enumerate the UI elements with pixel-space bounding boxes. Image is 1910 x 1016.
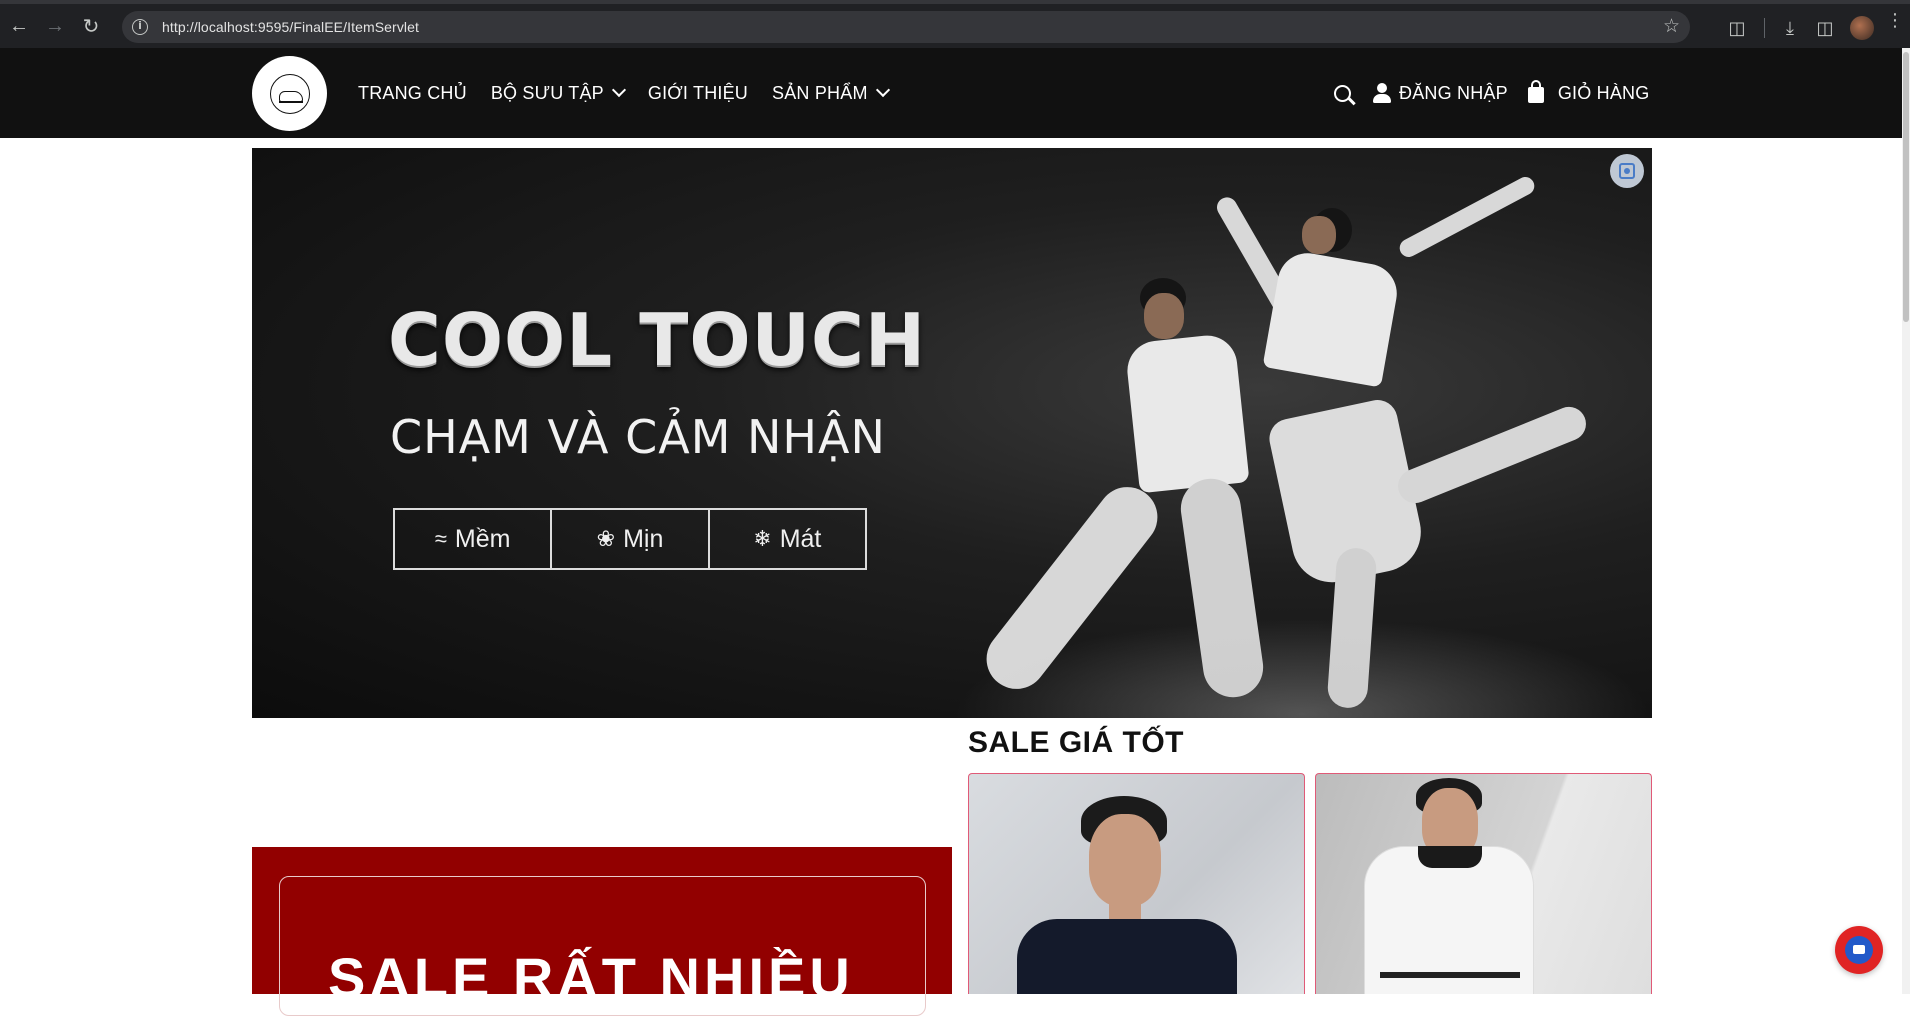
header-actions: ĐĂNG NHẬP GIỎ HÀNG	[1334, 48, 1649, 138]
url-text[interactable]: http://localhost:9595/FinalEE/ItemServle…	[162, 19, 419, 35]
nav-about[interactable]: GIỚI THIỆU	[648, 83, 748, 104]
snowflake-icon: ❄	[753, 526, 772, 551]
dancer-face	[1144, 293, 1184, 339]
nav-home[interactable]: TRANG CHỦ	[358, 83, 467, 104]
dancer-arm	[1396, 173, 1538, 261]
dancer-torso	[1124, 332, 1250, 494]
lens-icon	[1619, 163, 1635, 179]
download-icon[interactable]: ⤓	[1775, 13, 1805, 43]
dancer-top	[1262, 248, 1402, 388]
login-link[interactable]: ĐĂNG NHẬP	[1399, 83, 1508, 104]
toolbar-divider	[1764, 18, 1765, 38]
product-card[interactable]	[1315, 773, 1652, 994]
search-icon[interactable]	[1334, 84, 1351, 102]
site-info-icon[interactable]	[132, 19, 148, 35]
model-navy-polo	[1017, 919, 1237, 994]
feather-icon: ❀	[596, 526, 616, 551]
polo-collar	[1418, 846, 1482, 868]
shopping-bag-icon[interactable]	[1527, 79, 1544, 103]
forward-icon[interactable]: →	[38, 9, 72, 43]
chat-button[interactable]	[1835, 926, 1883, 974]
feature-cool: ❄ Mát	[710, 510, 865, 568]
sale-promo-banner[interactable]: SALE RẤT NHIỀU	[252, 847, 952, 1016]
bookmark-star-icon[interactable]: ☆	[1663, 15, 1680, 38]
nav-home-label: TRANG CHỦ	[358, 82, 467, 103]
cart-link[interactable]: GIỎ HÀNG	[1558, 83, 1650, 104]
feature-soft-label: Mềm	[454, 524, 511, 553]
main-nav: TRANG CHỦ BỘ SƯU TẬP GIỚI THIỆU SẢN PHẨM	[358, 48, 912, 138]
model-belt	[1380, 972, 1520, 978]
browser-toolbar: ← → ↻ http://localhost:9595/FinalEE/Item…	[0, 0, 1910, 48]
promo-text: SALE RẤT NHIỀU	[328, 946, 854, 1009]
nav-collections-label: BỘ SƯU TẬP	[490, 82, 604, 103]
sale-section-title: SALE GIÁ TỐT	[968, 726, 1184, 759]
dancer-face	[1302, 216, 1336, 254]
chat-bubble-icon	[1845, 936, 1873, 964]
extensions-icon[interactable]: ◫	[1722, 13, 1752, 43]
hero-banner[interactable]: COOL TOUCH CHẠM VÀ CẢM NHẬN ≈ Mềm ❀ Mịn ❄ M…	[252, 148, 1652, 718]
user-icon[interactable]	[1373, 83, 1391, 103]
site-header: TRANG CHỦ BỘ SƯU TẬP GIỚI THIỆU SẢN PHẨM…	[0, 48, 1902, 138]
nav-about-label: GIỚI THIỆU	[647, 82, 749, 103]
product-card[interactable]	[968, 773, 1305, 994]
dancer-leg	[1392, 401, 1592, 509]
feature-box: ≈ Mềm ❀ Mịn ❄ Mát	[393, 508, 867, 570]
hero-subtitle: CHẠM VÀ CẢM NHẬN	[390, 410, 886, 464]
mist-effect	[952, 618, 1652, 718]
back-icon[interactable]: ←	[2, 9, 36, 43]
feature-smooth: ❀ Mịn	[552, 510, 710, 568]
nav-products-label: SẢN PHẨM	[772, 82, 868, 103]
nav-products[interactable]: SẢN PHẨM	[772, 82, 890, 104]
wave-icon: ≈	[434, 526, 447, 551]
address-bar[interactable]: http://localhost:9595/FinalEE/ItemServle…	[122, 11, 1690, 43]
profile-avatar[interactable]	[1850, 16, 1874, 40]
feature-smooth-label: Mịn	[623, 524, 664, 553]
feature-cool-label: Mát	[779, 524, 822, 553]
nav-collections[interactable]: BỘ SƯU TẬP	[490, 82, 626, 104]
chevron-down-icon	[611, 82, 626, 98]
scrollbar-thumb[interactable]	[1903, 52, 1909, 322]
image-search-button[interactable]	[1610, 154, 1644, 188]
chevron-down-icon	[875, 82, 890, 98]
side-panel-icon[interactable]: ◫	[1810, 13, 1840, 43]
browser-menu-icon[interactable]: ⋮	[1886, 11, 1904, 29]
model-face	[1089, 814, 1161, 906]
feature-soft: ≈ Mềm	[395, 510, 553, 568]
site-logo[interactable]	[252, 56, 327, 131]
shoe-logo-icon	[269, 73, 310, 114]
hero-title: COOL TOUCH	[388, 298, 927, 382]
reload-icon[interactable]: ↻	[74, 9, 108, 43]
